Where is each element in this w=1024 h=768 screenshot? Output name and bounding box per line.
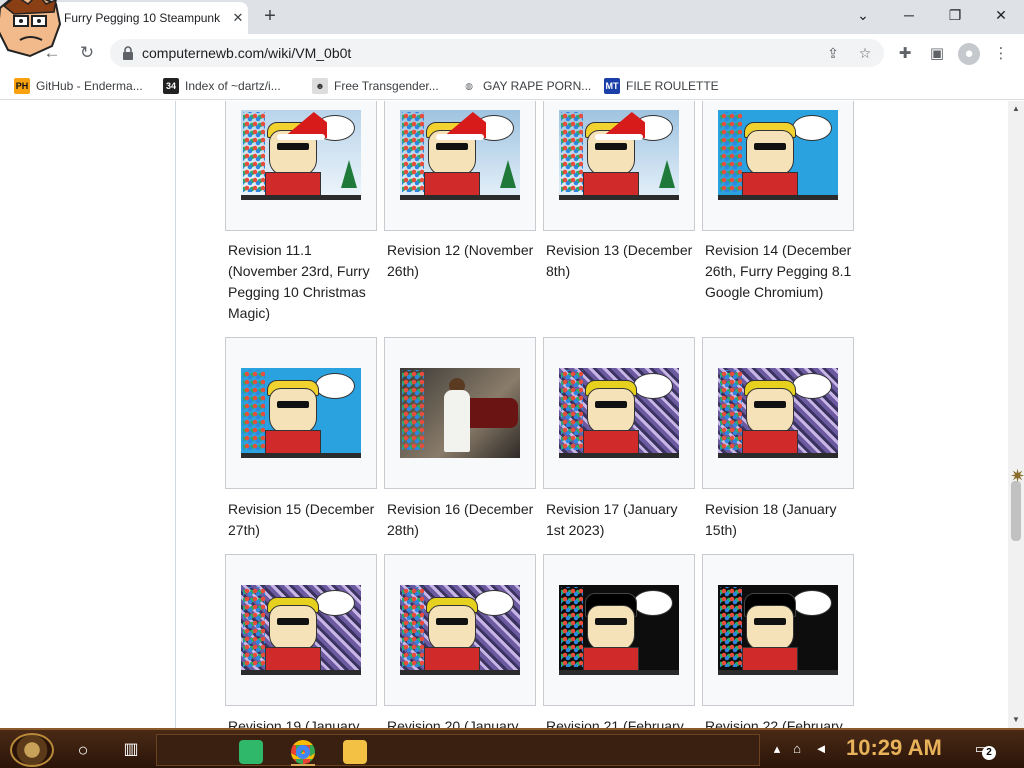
revision-screenshot-image[interactable]	[400, 368, 520, 458]
bookmark-label: Index of ~dartz/i...	[185, 79, 281, 93]
lock-icon	[123, 46, 133, 60]
chrome-active-indicator	[291, 764, 315, 766]
close-window-button[interactable]: ✕	[986, 4, 1016, 26]
bookmark-label: GAY RAPE PORN...	[483, 79, 592, 93]
restore-button[interactable]: ❐	[940, 4, 970, 26]
gallery-thumbnail[interactable]	[543, 337, 695, 489]
gallery-thumbnail[interactable]	[702, 554, 854, 706]
file-explorer-app-icon[interactable]	[343, 740, 367, 764]
tab-search-icon[interactable]: ⌄	[848, 4, 878, 26]
scroll-down-icon[interactable]: ▼	[1008, 712, 1024, 728]
scrollbar-track[interactable]	[1008, 101, 1024, 728]
taskbar-apps	[156, 734, 760, 766]
bookmark-face-icon: ☻	[312, 78, 328, 94]
revision-screenshot-image[interactable]	[241, 368, 361, 458]
gallery-thumbnail[interactable]	[384, 337, 536, 489]
cartoon-avatar-icon	[0, 0, 62, 58]
notification-count-badge: 2	[982, 746, 996, 760]
bookmark-index-dartz[interactable]: 34 Index of ~dartz/i...	[163, 76, 281, 96]
revision-screenshot-image[interactable]	[718, 368, 838, 458]
bookmarks-bar: PH GitHub - Enderma... 34 Index of ~dart…	[0, 72, 1024, 100]
bookmark-mt-icon: MT	[604, 78, 620, 94]
gallery-caption: Revision 20 (January	[387, 718, 519, 728]
tray-overflow-icon[interactable]: ▴	[768, 740, 786, 758]
bookmark-github-icon: PH	[14, 78, 30, 94]
page-viewport: Revision 11.1 (November 23rd, Furry Pegg…	[0, 101, 1024, 728]
side-panel-icon[interactable]: ▣	[926, 43, 948, 65]
volume-muted-icon[interactable]: ◄	[812, 740, 830, 758]
steampunk-gear-icon: ✷	[1010, 466, 1024, 486]
search-circle-icon[interactable]: ○	[70, 737, 96, 763]
gallery-caption: Revision 15 (December 27th)	[228, 501, 375, 538]
gallery-caption: Revision 13 (December 8th)	[546, 242, 693, 279]
gallery-thumbnail[interactable]	[384, 101, 536, 231]
minimize-button[interactable]: ─	[894, 4, 924, 26]
menu-kebab-icon[interactable]: ⋮	[990, 43, 1012, 65]
gallery-thumbnail[interactable]	[702, 101, 854, 231]
gallery-thumbnail[interactable]	[225, 101, 377, 231]
bookmark-star-icon[interactable]: ☆	[856, 44, 874, 62]
tab-strip: Furry Pegging 10 Steampunk Ed ✕ + ⌄ ─ ❐ …	[0, 0, 1024, 34]
bookmark-label: FILE ROULETTE	[626, 79, 719, 93]
revision-screenshot-image[interactable]	[559, 110, 679, 200]
tab-title: Furry Pegging 10 Steampunk Ed	[64, 11, 224, 25]
sticky-notes-app-icon[interactable]	[239, 740, 263, 764]
gallery-caption: Revision 19 (January	[228, 718, 360, 728]
gallery-caption: Revision 18 (January 15th)	[705, 501, 837, 538]
url-text[interactable]: computernewb.com/wiki/VM_0b0t	[142, 45, 351, 61]
tab-close-icon[interactable]: ✕	[230, 10, 246, 26]
taskbar-clock[interactable]: 10:29 AM	[846, 735, 942, 761]
gallery-thumbnail[interactable]	[225, 337, 377, 489]
revision-screenshot-image[interactable]	[559, 368, 679, 458]
gallery-caption: Revision 12 (November 26th)	[387, 242, 534, 279]
gallery-caption: Revision 22 (February	[705, 718, 843, 728]
share-icon[interactable]: ⇪	[824, 44, 842, 62]
gallery-caption: Revision 14 (December 26th, Furry Peggin…	[705, 242, 852, 300]
reload-icon[interactable]: ↻	[75, 41, 99, 65]
content-left-border	[175, 101, 176, 728]
bookmark-file-roulette[interactable]: MT FILE ROULETTE	[604, 76, 719, 96]
bookmark-free-transgender[interactable]: ☻ Free Transgender...	[312, 76, 439, 96]
windows-taskbar: ○ ▥ ▴ ⌂ ◄ 10:29 AM ▭ 2	[0, 728, 1024, 768]
new-tab-button[interactable]: +	[258, 5, 282, 29]
extensions-icon[interactable]: ✚	[894, 43, 916, 65]
gallery-caption: Revision 21 (February	[546, 718, 684, 728]
gallery-thumbnail[interactable]	[543, 554, 695, 706]
revision-screenshot-image[interactable]	[400, 110, 520, 200]
bookmark-label: GitHub - Enderma...	[36, 79, 143, 93]
bookmark-label: Free Transgender...	[334, 79, 439, 93]
bookmark-index-icon: 34	[163, 78, 179, 94]
revision-screenshot-image[interactable]	[559, 585, 679, 675]
revision-screenshot-image[interactable]	[400, 585, 520, 675]
gallery-caption: Revision 17 (January 1st 2023)	[546, 501, 678, 538]
revision-screenshot-image[interactable]	[241, 585, 361, 675]
revision-screenshot-image[interactable]	[718, 110, 838, 200]
task-view-icon[interactable]: ▥	[118, 737, 144, 763]
gallery-thumbnail[interactable]	[384, 554, 536, 706]
gallery-thumbnail[interactable]	[225, 554, 377, 706]
address-bar[interactable]: computernewb.com/wiki/VM_0b0t ⇪ ☆	[110, 39, 884, 67]
bookmark-globe-site[interactable]: ◍ GAY RAPE PORN...	[461, 76, 591, 96]
revision-screenshot-image[interactable]	[718, 585, 838, 675]
gallery-thumbnail[interactable]	[702, 337, 854, 489]
gallery-caption: Revision 16 (December 28th)	[387, 501, 534, 538]
start-button[interactable]	[10, 733, 54, 767]
network-icon[interactable]: ⌂	[788, 740, 806, 758]
gallery-caption: Revision 11.1 (November 23rd, Furry Pegg…	[228, 242, 370, 321]
bookmark-github[interactable]: PH GitHub - Enderma...	[14, 76, 143, 96]
globe-icon: ◍	[461, 78, 477, 94]
browser-toolbar: ← ↻ computernewb.com/wiki/VM_0b0t ⇪ ☆ ✚ …	[0, 34, 1024, 72]
chrome-app-icon[interactable]	[291, 740, 315, 764]
scroll-up-icon[interactable]: ▲	[1008, 101, 1024, 117]
gallery-thumbnail[interactable]	[543, 101, 695, 231]
revision-screenshot-image[interactable]	[241, 110, 361, 200]
profile-avatar-icon[interactable]: ●	[958, 43, 980, 65]
